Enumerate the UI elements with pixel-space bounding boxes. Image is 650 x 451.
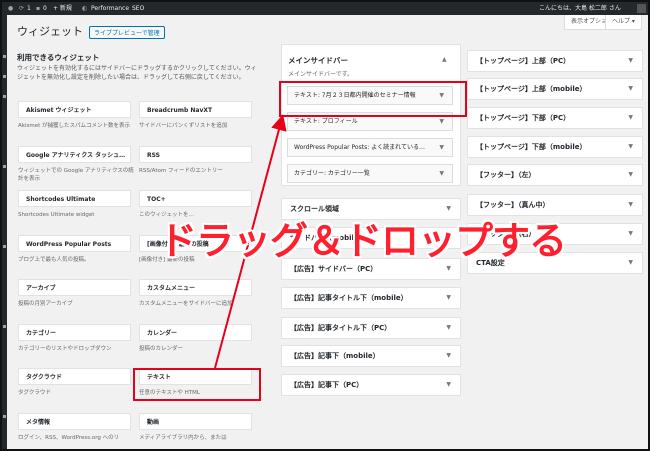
drag-and-drop-annotation: ドラッグ＆ドロップする bbox=[159, 219, 567, 263]
screenshot-frame: ● ⟳ 1 ▪ 0 + 新規 ◐ Performance SEO こんにちは、大… bbox=[0, 0, 650, 451]
